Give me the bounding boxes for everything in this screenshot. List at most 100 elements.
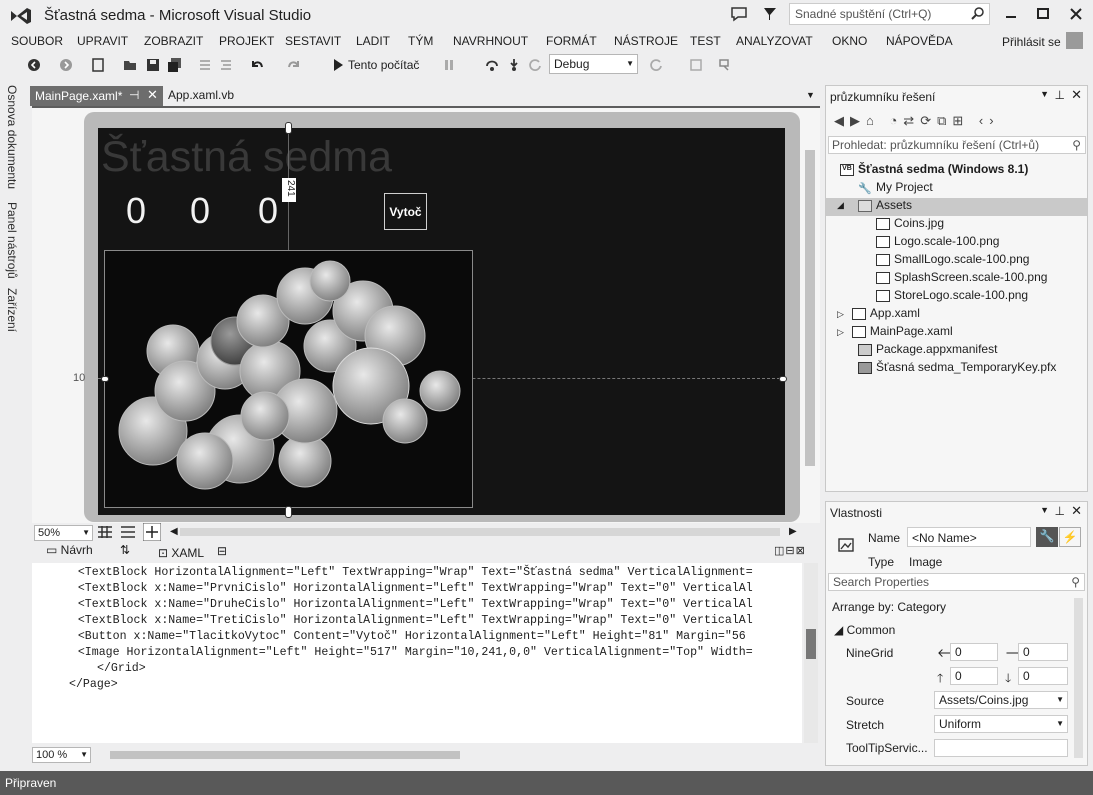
search-properties-input[interactable]: Search Properties ⚲ <box>828 573 1085 591</box>
scroll-left-icon[interactable]: ◀ <box>170 526 178 537</box>
digit-prvni-cislo[interactable]: 0 <box>126 190 146 232</box>
save-icon[interactable] <box>145 57 161 73</box>
tree-item-smalllogo[interactable]: SmallLogo.scale-100.png <box>876 252 1029 270</box>
collapse-pane-icon[interactable]: ⊟ <box>217 544 227 558</box>
menu-zobrazit[interactable]: ZOBRAZIT <box>144 34 203 48</box>
restart-icon[interactable] <box>527 57 543 73</box>
digit-druhe-cislo[interactable]: 0 <box>190 190 210 232</box>
step-into-icon[interactable] <box>506 57 522 73</box>
code-zoom-select[interactable]: 100 % ▼ <box>32 747 91 763</box>
menu-napoveda[interactable]: NÁPOVĚDA <box>886 34 953 48</box>
scroll-right-icon[interactable]: ▶ <box>789 526 797 537</box>
close-tab-icon[interactable]: ✕ <box>147 87 158 103</box>
tree-item-assets[interactable]: ◢ Assets <box>826 198 1087 216</box>
tab-mainpage-xaml[interactable]: MainPage.xaml* ⊣ ✕ <box>30 86 163 106</box>
spin-button[interactable]: Vytoč <box>384 193 427 230</box>
menu-projekt[interactable]: PROJEKT <box>219 34 274 48</box>
code-line[interactable]: <Image HorizontalAlignment="Left" Height… <box>50 645 753 661</box>
name-input[interactable]: <No Name> <box>907 527 1031 547</box>
feedback-icon[interactable] <box>729 5 749 23</box>
ninegrid-left-input[interactable]: 0 <box>950 643 998 661</box>
properties-wrench-icon[interactable]: 🔧 <box>1036 527 1058 547</box>
code-line[interactable]: <TextBlock x:Name="TretiCislo" Horizonta… <box>50 613 753 629</box>
tab-app-xaml-vb[interactable]: App.xaml.vb <box>168 88 234 102</box>
stretch-select[interactable]: Uniform ▼ <box>934 715 1068 733</box>
back-icon[interactable] <box>26 57 42 73</box>
new-project-icon[interactable] <box>90 57 106 73</box>
attach-icon[interactable] <box>688 57 704 73</box>
comment-out-icon[interactable] <box>197 57 213 73</box>
designer-zoom-select[interactable]: 50% ▼ <box>34 525 93 541</box>
tooltip-input[interactable] <box>934 739 1068 757</box>
tree-item-mainpage-xaml[interactable]: ▷ MainPage.xaml <box>837 324 953 342</box>
menu-sestavit[interactable]: SESTAVIT <box>285 34 341 48</box>
menu-tym[interactable]: TÝM <box>408 34 433 48</box>
notification-flag-icon[interactable] <box>760 5 780 23</box>
quick-launch-input[interactable]: Snadné spuštění (Ctrl+Q) <box>789 3 990 25</box>
tree-item-manifest[interactable]: Package.appxmanifest <box>858 342 997 360</box>
menu-upravit[interactable]: UPRAVIT <box>77 34 128 48</box>
tree-item-storelogo[interactable]: StoreLogo.scale-100.png <box>876 288 1028 306</box>
xaml-code-editor[interactable]: <TextBlock HorizontalAlignment="Left" Te… <box>50 563 802 743</box>
resize-handle-bottom[interactable] <box>285 506 292 518</box>
redo-icon[interactable] <box>286 57 302 73</box>
document-outline-tab[interactable]: Osnova dokumentu <box>5 85 19 189</box>
design-view-tab[interactable]: ▭ Návrh <box>46 543 93 557</box>
pin-icon[interactable]: ⊣ <box>129 88 139 102</box>
code-vertical-scrollbar[interactable] <box>804 563 818 743</box>
digit-treti-cislo[interactable]: 0 <box>258 190 278 232</box>
coins-image[interactable] <box>104 250 473 508</box>
close-panel-icon[interactable]: ✕ <box>1071 87 1082 103</box>
designer-vertical-scrollbar[interactable] <box>805 150 815 466</box>
swap-panes-icon[interactable]: ⇅ <box>120 543 130 557</box>
start-debugging-icon[interactable] <box>330 57 346 73</box>
open-file-icon[interactable] <box>122 57 138 73</box>
solution-search-input[interactable]: Prohledat: průzkumníku řešení (Ctrl+ů) ⚲ <box>828 136 1086 154</box>
snap-lines-icon[interactable] <box>143 523 161 541</box>
tree-item-temporary-key[interactable]: Šťasná sedma_TemporaryKey.pfx <box>858 360 1056 378</box>
tree-item-coins[interactable]: Coins.jpg <box>876 216 944 234</box>
uncomment-icon[interactable] <box>218 57 234 73</box>
xaml-view-tab[interactable]: ⊡ XAML <box>158 546 204 560</box>
ninegrid-right-input[interactable]: 0 <box>1018 643 1068 661</box>
menu-okno[interactable]: OKNO <box>832 34 867 48</box>
expand-arrow-icon[interactable]: ▷ <box>837 309 844 319</box>
properties-scrollbar[interactable] <box>1074 598 1083 758</box>
menu-navrhnout[interactable]: NAVRHNOUT <box>453 34 528 48</box>
app-title-text[interactable]: Šťastná sedma <box>101 133 392 182</box>
menu-format[interactable]: FORMÁT <box>546 34 597 48</box>
code-line[interactable]: <TextBlock HorizontalAlignment="Left" Te… <box>50 565 753 581</box>
code-line[interactable]: </Page> <box>69 677 118 693</box>
resize-handle-top[interactable] <box>285 122 292 134</box>
events-lightning-icon[interactable]: ⚡ <box>1059 527 1081 547</box>
sign-in-link[interactable]: Přihlásit se <box>1002 35 1061 49</box>
tree-item-my-project[interactable]: 🔧 My Project <box>858 180 933 198</box>
code-line[interactable]: <Button x:Name="TlacitkoVytoc" Content="… <box>50 629 746 645</box>
tree-item-logo[interactable]: Logo.scale-100.png <box>876 234 999 252</box>
ninegrid-bottom-input[interactable]: 0 <box>1018 667 1068 685</box>
user-avatar-icon[interactable] <box>1066 32 1083 49</box>
split-layout-icons[interactable]: ◫⊟⊠ <box>774 544 806 557</box>
menu-test[interactable]: TEST <box>690 34 721 48</box>
tab-overflow-icon[interactable]: ▼ <box>806 90 815 100</box>
ninegrid-top-input[interactable]: 0 <box>950 667 998 685</box>
code-line[interactable]: <TextBlock x:Name="PrvniCislo" Horizonta… <box>50 581 753 597</box>
close-panel-icon[interactable]: ✕ <box>1071 503 1082 519</box>
refresh-icon[interactable] <box>648 57 664 73</box>
grid-icon[interactable] <box>97 525 113 539</box>
code-line[interactable]: <TextBlock x:Name="DruheCislo" Horizonta… <box>50 597 753 613</box>
pin-icon[interactable]: ⊥ <box>1055 504 1065 518</box>
menu-ladit[interactable]: LADIT <box>356 34 390 48</box>
pin-icon[interactable]: ⊥ <box>1055 88 1065 102</box>
run-target-label[interactable]: Tento počítač <box>348 58 419 72</box>
tree-item-app-xaml[interactable]: ▷ App.xaml <box>837 306 920 324</box>
tree-item-solution[interactable]: VB Šťastná sedma (Windows 8.1) <box>840 162 1028 180</box>
code-line[interactable]: </Grid> <box>97 661 146 677</box>
code-horizontal-scrollbar[interactable] <box>110 751 460 759</box>
collapse-arrow-icon[interactable]: ◢ <box>837 200 844 211</box>
panel-menu-icon[interactable]: ▼ <box>1040 505 1049 515</box>
toolbox-tab[interactable]: Panel nástrojů <box>5 202 19 279</box>
resize-handle-left[interactable] <box>101 376 109 382</box>
forward-icon[interactable] <box>58 57 74 73</box>
configuration-select[interactable]: Debug ▼ <box>549 54 638 74</box>
